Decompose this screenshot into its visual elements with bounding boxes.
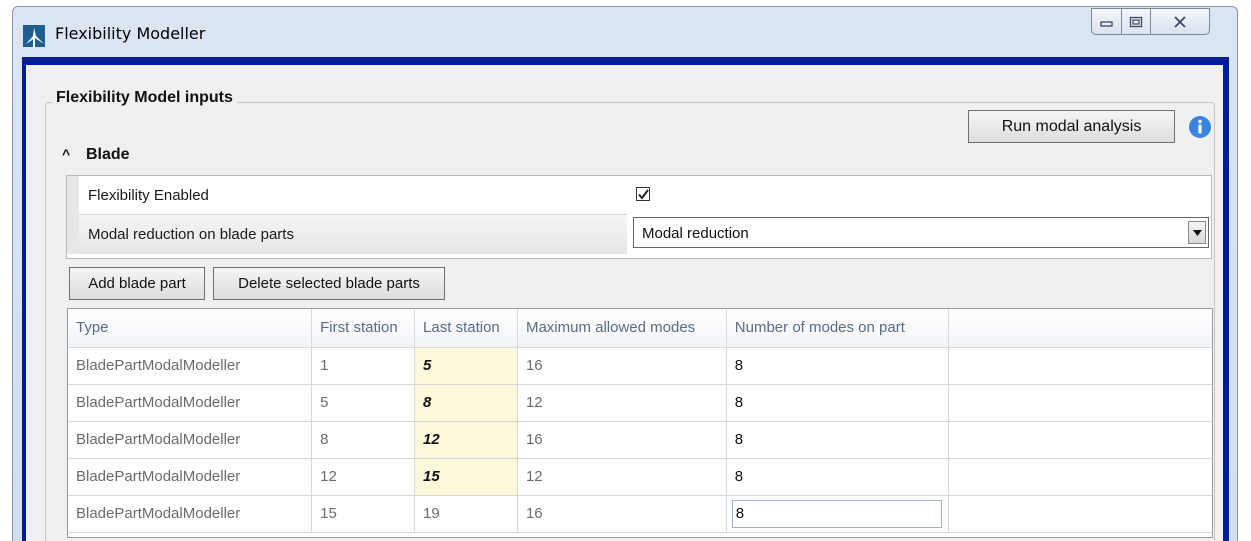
cell-type: BladePartModalModeller xyxy=(68,458,313,496)
dropdown-arrow-button[interactable] xyxy=(1188,221,1206,244)
table-row[interactable]: BladePartModalModeller 8 12 16 8 xyxy=(68,421,1212,459)
number-of-modes-input[interactable]: 8 xyxy=(731,499,942,528)
maximize-button[interactable] xyxy=(1121,8,1151,35)
cell-last-station[interactable]: 12 xyxy=(414,421,518,459)
cell-filler xyxy=(948,384,1212,422)
cell-number-of-modes[interactable]: 8 xyxy=(726,347,949,385)
cell-max-modes: 16 xyxy=(517,347,727,385)
inputs-group-title: Flexibility Model inputs xyxy=(52,89,237,107)
property-row-flexibility: Flexibility Enabled xyxy=(67,176,1211,214)
chevron-up-icon: ^ xyxy=(62,146,71,162)
minimize-icon xyxy=(1099,20,1113,27)
flexibility-enabled-checkbox[interactable] xyxy=(636,187,650,201)
cell-type: BladePartModalModeller xyxy=(68,421,313,459)
cell-type: BladePartModalModeller xyxy=(68,347,313,385)
cell-first-station: 1 xyxy=(311,347,416,385)
window-title: Flexibility Modeller xyxy=(55,24,206,43)
cell-filler xyxy=(948,421,1212,459)
row-gutter xyxy=(67,214,79,254)
flexibility-enabled-label: Flexibility Enabled xyxy=(88,186,209,204)
add-blade-part-button[interactable]: Add blade part xyxy=(69,267,205,300)
cell-filler xyxy=(948,458,1212,496)
cell-first-station: 15 xyxy=(311,495,416,533)
column-header-last-station[interactable]: Last station xyxy=(414,309,518,348)
blade-section-header[interactable]: ^ Blade xyxy=(62,146,130,164)
cell-filler xyxy=(948,347,1212,385)
minimize-button[interactable] xyxy=(1091,8,1122,35)
cell-number-of-modes[interactable]: 8 xyxy=(726,458,949,496)
cell-last-station[interactable]: 8 xyxy=(414,384,518,422)
table-row[interactable]: BladePartModalModeller 12 15 12 8 xyxy=(68,458,1212,496)
cell-max-modes: 16 xyxy=(517,495,727,533)
column-header-type[interactable]: Type xyxy=(68,309,313,348)
close-button[interactable] xyxy=(1150,8,1210,35)
cell-last-station[interactable]: 5 xyxy=(414,347,518,385)
cell-filler xyxy=(948,495,1212,533)
cell-max-modes: 12 xyxy=(517,458,727,496)
cell-max-modes: 12 xyxy=(517,384,727,422)
cell-type: BladePartModalModeller xyxy=(68,495,313,533)
cell-type: BladePartModalModeller xyxy=(68,384,313,422)
cell-first-station: 8 xyxy=(311,421,416,459)
app-logo-icon xyxy=(23,25,45,47)
row-gutter xyxy=(67,176,79,214)
table-row[interactable]: BladePartModalModeller 15 19 16 8 xyxy=(68,495,1212,533)
table-row[interactable]: BladePartModalModeller 5 8 12 8 xyxy=(68,384,1212,422)
info-icon[interactable] xyxy=(1188,115,1212,139)
cell-first-station: 5 xyxy=(311,384,416,422)
cell-last-station[interactable]: 15 xyxy=(414,458,518,496)
chevron-down-icon xyxy=(1192,229,1202,236)
modal-reduction-label: Modal reduction on blade parts xyxy=(79,214,627,254)
modal-reduction-dropdown[interactable]: Modal reduction xyxy=(633,217,1209,248)
column-header-first-station[interactable]: First station xyxy=(311,309,416,348)
restore-icon xyxy=(1129,16,1143,27)
blade-parts-grid: Type First station Last station Maximum … xyxy=(67,308,1213,538)
property-row-modal-reduction: Modal reduction on blade parts Modal red… xyxy=(67,214,1211,254)
modal-reduction-value: Modal reduction xyxy=(642,225,749,242)
column-header-number-of-modes[interactable]: Number of modes on part xyxy=(726,309,949,348)
table-row[interactable]: BladePartModalModeller 1 5 16 8 xyxy=(68,347,1212,385)
cell-last-station[interactable]: 19 xyxy=(414,495,518,533)
title-bar[interactable]: Flexibility Modeller xyxy=(13,7,1237,56)
column-header-filler xyxy=(948,309,1212,348)
column-header-maximum-allowed-modes[interactable]: Maximum allowed modes xyxy=(517,309,727,348)
grid-header-row: Type First station Last station Maximum … xyxy=(68,309,1212,348)
delete-selected-blade-parts-button[interactable]: Delete selected blade parts xyxy=(213,267,445,300)
property-panel: Flexibility Enabled Modal reduction on b… xyxy=(66,175,1212,259)
cell-max-modes: 16 xyxy=(517,421,727,459)
cell-first-station: 12 xyxy=(311,458,416,496)
cell-number-of-modes[interactable]: 8 xyxy=(726,421,949,459)
cell-number-of-modes[interactable]: 8 xyxy=(726,384,949,422)
run-modal-analysis-button[interactable]: Run modal analysis xyxy=(968,110,1175,143)
cell-number-of-modes-editor[interactable]: 8 xyxy=(726,495,949,533)
checkmark-icon xyxy=(638,189,649,200)
blade-section-title: Blade xyxy=(86,146,130,163)
close-icon xyxy=(1174,15,1186,28)
